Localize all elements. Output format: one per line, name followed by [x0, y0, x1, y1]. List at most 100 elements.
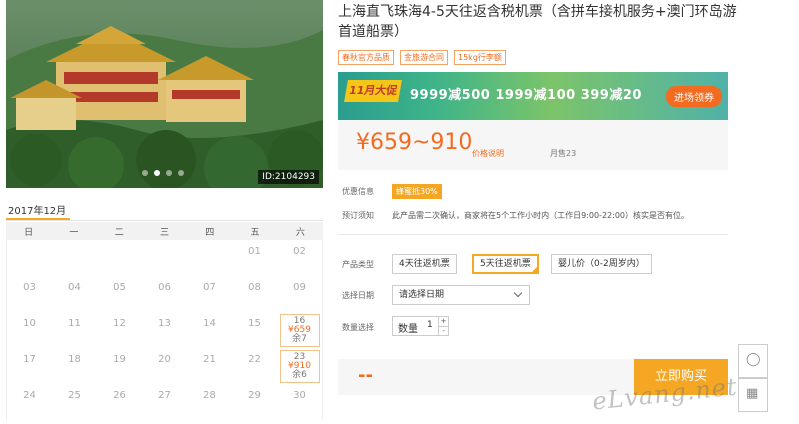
promo-banner-offers: 9999减500 1999减100 399减20: [410, 84, 642, 103]
product-tag: 金旅游合同: [400, 50, 448, 65]
quantity-value[interactable]: 1: [427, 320, 433, 330]
calendar-day[interactable]: 27: [142, 384, 187, 420]
promo-badge: 蜂蜜抵30%: [392, 184, 442, 199]
calendar-month-tab[interactable]: 2017年12月: [8, 202, 66, 217]
promo-banner-badge: 11月大促: [344, 80, 402, 102]
calendar-day-empty: [97, 240, 142, 276]
calendar-day[interactable]: 02: [277, 240, 322, 276]
weekday-label: 日: [24, 227, 34, 238]
calendar-day[interactable]: 13: [142, 312, 187, 348]
qr-code-icon: ▦: [746, 386, 759, 401]
offer-3: 399减20: [580, 88, 642, 103]
calendar-day-stock: 余6: [292, 370, 307, 380]
temple-photo: [6, 0, 323, 188]
date-select-dropdown[interactable]: 请选择日期: [392, 285, 530, 305]
carousel-dot-active[interactable]: [154, 170, 160, 176]
calendar-tab-underline: [6, 218, 70, 220]
product-photo[interactable]: ID:2104293: [6, 0, 323, 188]
calendar-day[interactable]: 19: [97, 348, 142, 384]
calendar-day[interactable]: 12: [97, 312, 142, 348]
calendar-day-available[interactable]: 23 ¥910 余6: [277, 348, 322, 384]
chevron-down-icon: [513, 288, 523, 298]
carousel-dots: [142, 170, 184, 176]
collect-button[interactable]: ◯: [738, 344, 768, 378]
selected-price: --: [358, 365, 373, 386]
quantity-minus-button[interactable]: -: [439, 327, 448, 336]
offer-1: 9999减500: [410, 88, 491, 103]
price-range: ¥659~910: [356, 130, 473, 155]
product-title: 上海直飞珠海4-5天往返含税机票（含拼车接机服务+澳门环岛游首道船票）: [338, 4, 737, 40]
calendar-day[interactable]: 25: [52, 384, 97, 420]
weekday-label: 三: [159, 227, 169, 238]
carousel-dot[interactable]: [142, 170, 148, 176]
calendar-day[interactable]: 11: [52, 312, 97, 348]
calendar-day-empty: [187, 240, 232, 276]
calendar-day[interactable]: 10: [7, 312, 52, 348]
weekday-label: 二: [114, 227, 124, 238]
product-type-option-4day[interactable]: 4天往返机票: [392, 254, 457, 274]
calendar-day-stock: 余7: [292, 334, 307, 344]
calendar-day[interactable]: 08: [232, 276, 277, 312]
quantity-buttons: + -: [438, 317, 448, 335]
calendar-day-empty: [7, 240, 52, 276]
calendar-day-available[interactable]: 16 ¥659 余7: [277, 312, 322, 348]
quantity-plus-button[interactable]: +: [439, 317, 448, 327]
carousel-dot[interactable]: [166, 170, 172, 176]
calendar-tab-divider: [6, 220, 323, 221]
monthly-sales: 月售23: [550, 149, 577, 158]
product-type-option-infant[interactable]: 婴儿价（0-2周岁内）: [551, 254, 652, 274]
calendar-day[interactable]: 14: [187, 312, 232, 348]
calendar-day[interactable]: 09: [277, 276, 322, 312]
date-select-label: 选择日期: [342, 291, 374, 300]
calendar-day-empty: [142, 240, 187, 276]
promo-banner[interactable]: 11月大促 9999减500 1999减100 399减20 进场领券: [338, 72, 728, 120]
calendar-weekday-header: 日一二三四五六: [6, 222, 323, 240]
quantity-stepper[interactable]: 数量 1 + -: [392, 316, 449, 336]
calendar-day[interactable]: 17: [7, 348, 52, 384]
coupon-button[interactable]: 进场领券: [666, 86, 722, 107]
product-tag: 15kg行李额: [454, 50, 506, 65]
notice-label: 预订须知: [342, 211, 374, 220]
collect-icon: ◯: [746, 352, 761, 367]
weekday-label: 五: [250, 227, 260, 238]
calendar-day[interactable]: 03: [7, 276, 52, 312]
date-select-placeholder: 请选择日期: [399, 290, 445, 300]
calendar-day[interactable]: 30: [277, 384, 322, 420]
calendar-day[interactable]: 24: [7, 384, 52, 420]
offer-2: 1999减100: [495, 88, 576, 103]
calendar-day[interactable]: 06: [142, 276, 187, 312]
calendar-price-box[interactable]: 16 ¥659 余7: [279, 314, 320, 347]
price-note-link[interactable]: 价格说明: [472, 148, 504, 159]
weekday-label: 六: [295, 227, 305, 238]
quantity-field-label: 数量: [398, 324, 418, 335]
section-divider: [338, 234, 728, 235]
calendar-day[interactable]: 21: [187, 348, 232, 384]
calendar-day[interactable]: 18: [52, 348, 97, 384]
product-type-label: 产品类型: [342, 260, 374, 269]
quantity-label: 数量选择: [342, 323, 374, 332]
calendar-day[interactable]: 26: [97, 384, 142, 420]
calendar-day[interactable]: 22: [232, 348, 277, 384]
promo-label: 优惠信息: [342, 187, 374, 196]
calendar-grid: 01 02 03 04 05 06 07 08 09 10 11 12 13 14 15 16 ¥659 余7 17…: [6, 240, 323, 420]
calendar-day[interactable]: 04: [52, 276, 97, 312]
calendar-day[interactable]: 28: [187, 384, 232, 420]
product-type-option-5day[interactable]: 5天往返机票: [472, 254, 539, 274]
product-tag: 春秋官方品质: [338, 50, 394, 65]
calendar-day[interactable]: 20: [142, 348, 187, 384]
calendar-price-box[interactable]: 23 ¥910 余6: [279, 350, 320, 383]
product-tags: 春秋官方品质 金旅游合同 15kg行李额: [338, 50, 506, 65]
calendar-day[interactable]: 05: [97, 276, 142, 312]
calendar-day[interactable]: 29: [232, 384, 277, 420]
weekday-label: 四: [205, 227, 215, 238]
calendar-day-empty: [52, 240, 97, 276]
weekday-label: 一: [69, 227, 79, 238]
calendar-day[interactable]: 07: [187, 276, 232, 312]
price-box: ¥659~910 价格说明 月售23: [338, 120, 728, 170]
calendar-day[interactable]: 01: [232, 240, 277, 276]
calendar-day[interactable]: 15: [232, 312, 277, 348]
carousel-dot[interactable]: [178, 170, 184, 176]
notice-text: 此产品需二次确认，商家将在5个工作小时内（工作日9:00-22:00）核实是否有…: [392, 211, 689, 220]
image-id-label: ID:2104293: [258, 170, 319, 184]
qr-code-button[interactable]: ▦: [738, 378, 768, 412]
